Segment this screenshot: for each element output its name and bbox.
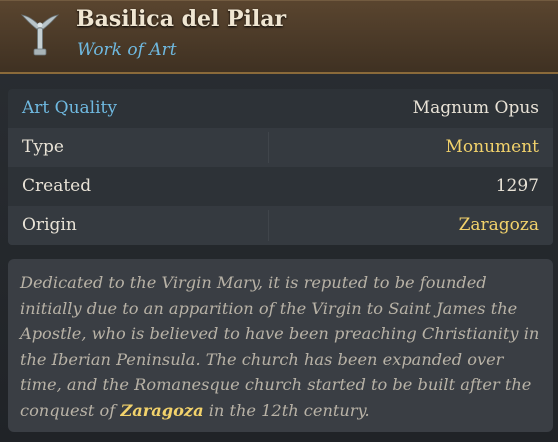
property-value: Magnum Opus — [412, 98, 539, 118]
property-label: Created — [22, 176, 92, 196]
page-title: Basilica del Pilar — [76, 6, 287, 32]
property-label[interactable]: Art Quality — [22, 98, 117, 118]
description-link-zaragoza[interactable]: Zaragoza — [120, 401, 203, 420]
property-row-type: Type Monument — [8, 128, 553, 167]
column-divider — [268, 210, 269, 241]
property-row-created: Created 1297 — [8, 167, 553, 206]
property-label: Type — [22, 137, 64, 157]
property-value[interactable]: Zaragoza — [459, 215, 539, 235]
tooltip-panel: Basilica del Pilar Work of Art Art Quali… — [0, 0, 558, 442]
property-value: 1297 — [495, 176, 539, 196]
property-row-origin: Origin Zaragoza — [8, 206, 553, 245]
tooltip-header: Basilica del Pilar Work of Art — [0, 0, 558, 74]
description-text: Dedicated to the Virgin Mary, it is repu… — [20, 273, 540, 420]
description-box: Dedicated to the Virgin Mary, it is repu… — [8, 259, 553, 432]
property-value[interactable]: Monument — [446, 137, 540, 157]
wing-pillar-icon — [18, 6, 62, 62]
page-subtitle: Work of Art — [77, 40, 177, 60]
property-label: Origin — [22, 215, 77, 235]
column-divider — [268, 132, 269, 163]
property-row-art-quality: Art Quality Magnum Opus — [8, 89, 553, 128]
properties-table: Art Quality Magnum Opus Type Monument Cr… — [8, 89, 553, 245]
description-text-end: in the 12th century. — [203, 400, 370, 420]
